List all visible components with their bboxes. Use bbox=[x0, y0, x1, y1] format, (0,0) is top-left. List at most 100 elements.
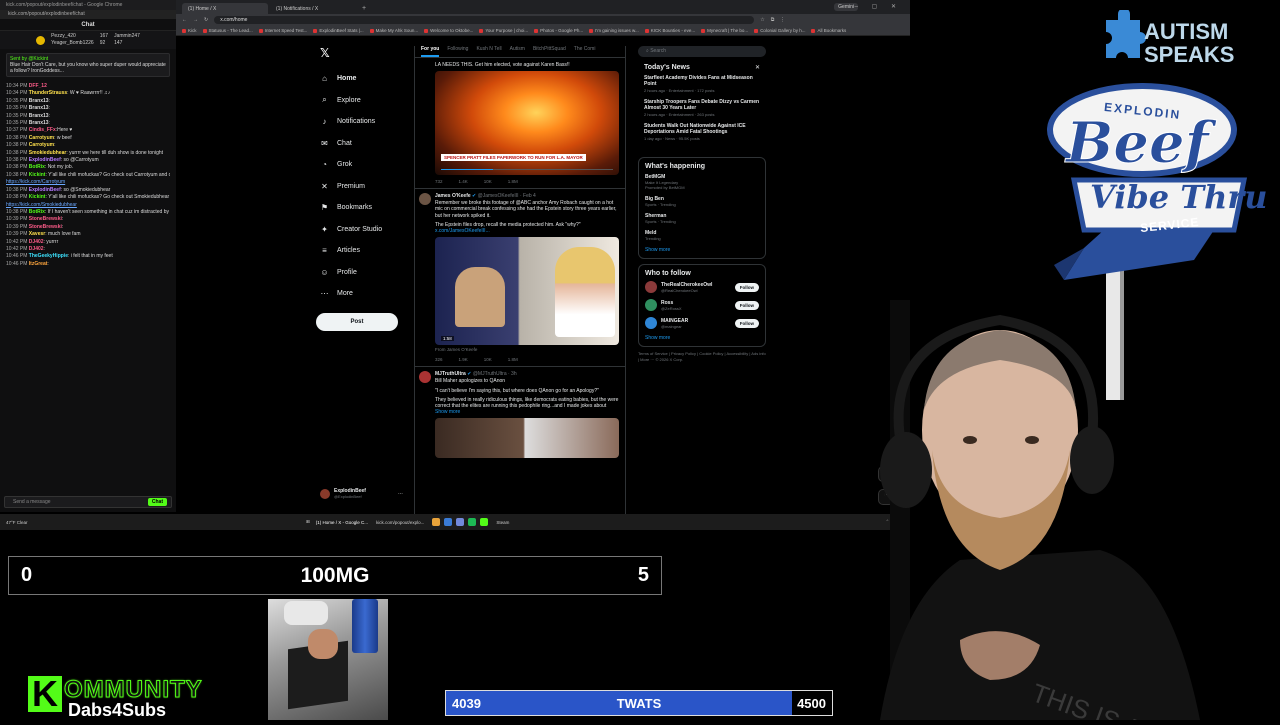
nav-item-articles[interactable]: ≡ Articles bbox=[316, 240, 408, 262]
kick-icon[interactable] bbox=[480, 518, 489, 526]
bookmark-item[interactable]: I'm gaining issues w... bbox=[589, 28, 639, 33]
chat-message[interactable]: 10:35 PM Branx13: bbox=[6, 120, 170, 127]
start-icon[interactable]: ⊞ bbox=[306, 519, 310, 525]
trend-item[interactable]: BetMGM Make It Legendary Promoted by BetMG… bbox=[645, 174, 759, 190]
tweet-3-show-more[interactable]: Show more bbox=[415, 409, 625, 415]
tweet-3-image[interactable] bbox=[435, 418, 619, 459]
view-count[interactable]: 1.8M bbox=[508, 357, 518, 362]
timeline-tab[interactable]: Kush N Tell bbox=[476, 46, 501, 57]
weather-widget[interactable]: 47°F Clear bbox=[6, 520, 66, 525]
chat-message[interactable]: 10:37 PM Cindis_FFx:Here ♥ bbox=[6, 127, 170, 134]
nav-item-home[interactable]: ⌂ Home bbox=[316, 68, 408, 90]
timeline-tab[interactable]: Autism bbox=[510, 46, 525, 57]
url-field[interactable]: x.com/home bbox=[214, 16, 755, 24]
chat-message[interactable]: 10:39 PM StoneBrewski: bbox=[6, 224, 170, 231]
chat-message[interactable]: 10:38 PM ExplodinBeef: so @Smokiedubhear bbox=[6, 187, 170, 194]
extensions-icon[interactable]: ⧉ bbox=[771, 17, 775, 23]
chat-username[interactable]: DFF_12 bbox=[29, 83, 47, 89]
news-item[interactable]: Students Walk Out Nationwide Against ICE… bbox=[644, 123, 760, 141]
chat-username[interactable]: Branx13 bbox=[29, 98, 49, 104]
trend-item[interactable]: Meld Trending bbox=[645, 230, 759, 241]
bookmark-item[interactable]: Colonial Gallery by h... bbox=[754, 28, 805, 33]
chat-message[interactable]: 10:39 PM StoneBrewski: bbox=[6, 216, 170, 223]
tweet-2-video[interactable]: 1:58 bbox=[435, 237, 619, 346]
chat-message[interactable]: https://kick.com/Smokiedubhear bbox=[6, 202, 170, 209]
nav-item-notifications[interactable]: ♪ Notifications bbox=[316, 111, 408, 133]
chat-username[interactable]: DJ402 bbox=[29, 246, 44, 252]
nav-item-creator-studio[interactable]: ✦ Creator Studio bbox=[316, 219, 408, 241]
new-tab-icon[interactable]: + bbox=[362, 5, 366, 12]
chat-message[interactable]: 10:42 PM DJ402: bbox=[6, 246, 170, 253]
bookmark-item[interactable]: Kick bbox=[182, 28, 197, 33]
tweet-1[interactable]: LA NEEDS THIS. Get him elected, vote aga… bbox=[415, 58, 625, 190]
tweet-3-author[interactable]: MJTruthUltra bbox=[435, 371, 466, 377]
nav-item-bookmarks[interactable]: ⚑ Bookmarks bbox=[316, 197, 408, 219]
nav-item-chat[interactable]: ✉ Chat bbox=[316, 133, 408, 155]
search-input[interactable]: ⌕ Search bbox=[638, 46, 766, 57]
chat-message[interactable]: 10:46 PM TheGeekyHippie: i felt that in … bbox=[6, 253, 170, 260]
chat-username[interactable]: Cindis_FFx bbox=[29, 127, 56, 133]
chat-username[interactable]: Carrotyum bbox=[29, 135, 54, 141]
chat-message[interactable]: 10:35 PM Branx13: bbox=[6, 98, 170, 105]
follow-button[interactable]: Follow bbox=[734, 318, 759, 328]
chat-message[interactable]: 10:38 PM Kickint: Y'all like chili mofuc… bbox=[6, 172, 170, 179]
chat-username[interactable]: ThunderStrauss bbox=[29, 90, 67, 96]
bookmark-item[interactable]: ExplodinBeef Stats |... bbox=[313, 28, 363, 33]
chat-username[interactable]: DJ402 bbox=[29, 239, 44, 245]
nav-item-profile[interactable]: ☺ Profile bbox=[316, 262, 408, 284]
follow-suggestion[interactable]: Ross @ZeRossX Follow bbox=[645, 299, 759, 311]
chat-url[interactable]: kick.com/popout/explodinbeef/chat bbox=[0, 10, 176, 19]
chat-username[interactable]: Smokiedubhear bbox=[29, 150, 67, 156]
bookmark-item[interactable]: Welcome to Oktobe... bbox=[424, 28, 473, 33]
chat-username[interactable]: StoneBrewski bbox=[29, 216, 62, 222]
folder-icon[interactable] bbox=[432, 518, 441, 526]
chat-message[interactable]: 10:38 PM Smokiedubhear: yurrrr we here t… bbox=[6, 150, 170, 157]
chat-message[interactable]: 10:42 PM DJ402: yurrrr bbox=[6, 239, 170, 246]
bookmark-item[interactable]: Internet Speed Test... bbox=[259, 28, 308, 33]
repost-count[interactable]: 1.9K bbox=[459, 357, 468, 362]
spotify-icon[interactable] bbox=[468, 518, 477, 526]
chat-username[interactable]: Carrotyum bbox=[29, 142, 54, 148]
trend-item[interactable]: Sherman Sports · Trending bbox=[645, 213, 759, 224]
like-count[interactable]: 10K bbox=[484, 179, 492, 184]
bookmark-item[interactable]: Photos - Google Ph... bbox=[534, 28, 583, 33]
follow-button[interactable]: Follow bbox=[734, 282, 759, 292]
follow-suggestion[interactable]: TheRealCherokeeOwl @RealCherokeeOwl Follow bbox=[645, 281, 759, 293]
nav-item-grok[interactable]: ◔ Grok bbox=[316, 154, 408, 176]
timeline-tab[interactable]: BitchPittSquad bbox=[533, 46, 566, 57]
reply-count[interactable]: 326 bbox=[435, 357, 443, 362]
follow-button[interactable]: Follow bbox=[734, 300, 759, 310]
chat-message[interactable]: 10:39 PM Xavesr: much love fam bbox=[6, 231, 170, 238]
menu-icon[interactable]: ⋮ bbox=[780, 17, 785, 23]
chat-message[interactable]: 10:38 PM ExplodinBeef: so @Carrotyum bbox=[6, 157, 170, 164]
chat-link[interactable]: https://kick.com/Smokiedubhear bbox=[6, 202, 77, 208]
timeline-tab[interactable]: For you bbox=[421, 46, 440, 57]
news-item[interactable]: Starfleet Academy Divides Fans at Midsea… bbox=[644, 75, 760, 93]
chat-username[interactable]: StoneBrewski bbox=[29, 224, 62, 230]
more-dots-icon[interactable]: ··· bbox=[398, 491, 403, 497]
back-icon[interactable]: ← bbox=[182, 17, 187, 23]
video-progress[interactable] bbox=[441, 168, 613, 171]
footer-links[interactable]: Terms of Service | Privacy Policy | Cook… bbox=[638, 351, 766, 363]
chat-message[interactable]: 10:38 PM Carrotyum: bbox=[6, 142, 170, 149]
chat-username[interactable]: Kickint bbox=[29, 172, 46, 178]
reply-count[interactable]: 732 bbox=[435, 179, 443, 184]
chat-message[interactable]: 10:38 PM BotRix: Not my job. bbox=[6, 164, 170, 171]
chat-username[interactable]: ExplodinBeef bbox=[29, 157, 61, 163]
tweet-3[interactable]: MJTruthUltra ✔ @MJTruthUltra · 3h Bill M… bbox=[415, 367, 625, 459]
chat-username[interactable]: Branx13 bbox=[29, 120, 49, 126]
trends-show-more[interactable]: Show more bbox=[645, 247, 759, 253]
chat-username[interactable]: BotRix bbox=[29, 209, 45, 215]
tab-home[interactable]: (1) Home / X bbox=[182, 3, 268, 14]
tab-notifications[interactable]: (1) Notifications / X bbox=[270, 3, 356, 14]
tweet-2-author[interactable]: James O'Keefe bbox=[435, 193, 471, 199]
news-item[interactable]: Starship Troopers Fans Debate Dizzy vs C… bbox=[644, 99, 760, 117]
like-count[interactable]: 10K bbox=[484, 357, 492, 362]
nav-item-explore[interactable]: ⌕ Explore bbox=[316, 90, 408, 112]
chat-message[interactable]: 10:38 PM Carrotyum: w beef bbox=[6, 135, 170, 142]
nav-item-premium[interactable]: ✕ Premium bbox=[316, 176, 408, 198]
chat-message[interactable]: 10:34 PM DFF_12 bbox=[6, 83, 170, 90]
tweet-2-link[interactable]: x.com/JamesOKeefeIII... bbox=[415, 228, 625, 234]
chat-message[interactable]: 10:34 PM ThunderStrauss: W ♥ Raawrrrr!! … bbox=[6, 90, 170, 97]
chat-username[interactable]: ExplodinBeef bbox=[29, 187, 61, 193]
